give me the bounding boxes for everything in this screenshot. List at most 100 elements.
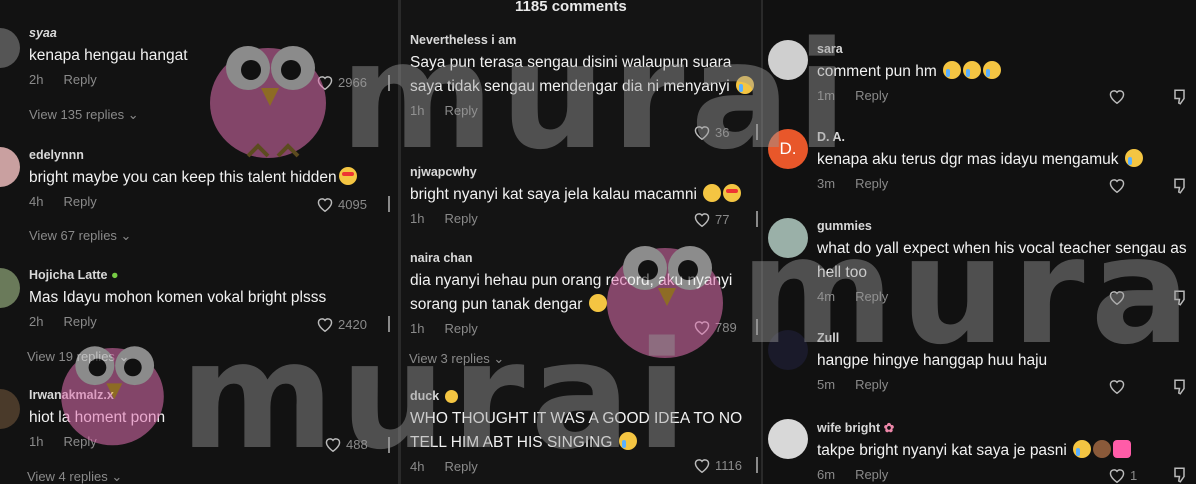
like-button[interactable]: 77 [693,211,729,227]
comment-text: takpe bright nyanyi kat saya je pasni [817,439,1187,463]
heart-icon [694,459,710,473]
view-replies-label: View 19 replies [27,349,115,364]
dislike-icon[interactable] [1172,177,1190,195]
comment-time: 5m [817,377,836,392]
crying-emoji-icon [943,61,962,79]
heart-icon[interactable] [1108,88,1126,104]
comment-username[interactable]: edelynnn [29,148,398,162]
avatar[interactable]: D. [768,129,808,169]
like-button[interactable]: 4095 [316,196,367,212]
like-button[interactable]: 789 [693,319,737,335]
reply-button[interactable]: Reply [444,321,477,336]
avatar[interactable] [0,389,20,429]
dislike-icon[interactable] [1172,466,1190,484]
reply-button[interactable]: Reply [444,211,477,226]
reply-button[interactable]: Reply [444,459,477,474]
comment-username[interactable]: Nevertheless i am [410,33,760,47]
view-replies-button[interactable]: View 4 replies ⌄ [27,469,122,484]
crying-emoji-icon [963,61,982,79]
view-replies-button[interactable]: View 135 replies ⌄ [29,107,139,123]
duck-emoji-icon [444,390,458,403]
like-button[interactable]: 1 [1108,467,1137,483]
comment-username[interactable]: gummies [817,219,1187,233]
heart-icon[interactable] [1108,289,1126,305]
like-button[interactable]: 1116 [693,457,742,473]
laughing-emoji-icon [736,76,754,94]
heart-icon[interactable] [1108,378,1126,394]
heart-icon [694,321,710,335]
reply-button[interactable]: Reply [855,88,888,103]
dislike-icon[interactable] [1172,378,1190,396]
reply-button[interactable]: Reply [855,176,888,191]
view-replies-button[interactable]: View 3 replies ⌄ [409,351,504,367]
comment-item: Nevertheless i am Saya pun terasa sengau… [410,33,760,118]
view-replies-label: View 3 replies [409,351,490,366]
dislike-icon[interactable] [388,196,398,212]
heart-eyes-emoji-icon [338,167,357,185]
comment-text: bright nyanyi kat saya jela kalau macamn… [410,183,760,207]
comment-time: 4m [817,289,836,304]
comment-text: dia nyanyi hehau pun orang record, aku n… [410,272,733,313]
dislike-icon[interactable] [388,75,398,91]
like-button[interactable]: 36 [693,124,729,140]
crying-emoji-icon [618,432,637,450]
comment-time: 6m [817,467,836,482]
reply-button[interactable]: Reply [855,467,888,482]
like-button[interactable]: 2966 [316,74,367,90]
heart-emoji-icon [1113,440,1132,458]
reply-button[interactable]: Reply [63,314,96,329]
avatar[interactable] [0,147,20,187]
view-replies-label: View 67 replies [29,228,117,243]
comments-count-header: 1185 comments [515,0,627,15]
reply-button[interactable]: Reply [63,194,96,209]
like-button[interactable]: 2420 [316,316,367,332]
reply-button[interactable]: Reply [855,289,888,304]
dislike-icon[interactable] [388,316,398,332]
comment-username[interactable]: Hojicha Latte ● [29,268,389,282]
comment-username[interactable]: Zull [817,331,1177,345]
comment-text: what do yall expect when his vocal teach… [817,240,1187,281]
comment-time: 4h [29,194,44,209]
comment-username[interactable]: duck [410,389,760,403]
comment-username[interactable]: njwapcwhy [410,165,760,179]
heart-icon [694,126,710,140]
comment-time: 1h [410,321,425,336]
view-replies-button[interactable]: View 67 replies ⌄ [29,228,131,244]
dislike-icon[interactable] [1172,88,1190,106]
like-button[interactable]: 488 [324,436,368,452]
reply-button[interactable]: Reply [63,434,96,449]
heart-icon [317,76,333,90]
comment-username[interactable]: D. A. [817,130,1196,144]
avatar[interactable] [768,330,808,370]
comment-text: kenapa aku terus dgr mas idayu mengamuk [817,148,1196,172]
kissing-emoji-icon [723,184,742,202]
crying-emoji-icon [983,61,1002,79]
comments-panel-right: sara comment pun hm 1m Reply D. D. A. ken… [763,0,1196,484]
like-count: 488 [346,436,368,452]
comments-panel-middle: 1185 comments Nevertheless i am Saya pun… [401,0,761,484]
avatar[interactable] [0,28,20,68]
avatar[interactable] [768,40,808,80]
comment-username[interactable]: wife bright ✿ [817,420,1187,435]
like-count: 789 [715,319,737,335]
comment-text: bright maybe you can keep this talent hi… [29,166,398,190]
heart-icon[interactable] [1108,177,1126,193]
comment-username[interactable]: sara [817,42,1177,56]
chevron-down-icon: ⌄ [127,107,139,122]
view-replies-button[interactable]: View 19 replies ⌄ [27,349,129,365]
reply-button[interactable]: Reply [855,377,888,392]
grinning-emoji-icon [703,184,722,202]
comment-username[interactable]: Irwanakmalz.x [29,388,389,402]
avatar[interactable] [768,419,808,459]
reply-button[interactable]: Reply [63,72,96,87]
dislike-icon[interactable] [1172,289,1190,307]
heart-icon [317,198,333,212]
chevron-down-icon: ⌄ [118,349,130,364]
reply-button[interactable]: Reply [444,103,477,118]
comment-username[interactable]: syaa [29,26,389,40]
avatar[interactable] [768,218,808,258]
dislike-icon[interactable] [388,437,398,453]
comment-username[interactable]: naira chan [410,251,760,265]
avatar[interactable] [0,268,20,308]
disappointed-emoji-icon [588,294,607,312]
